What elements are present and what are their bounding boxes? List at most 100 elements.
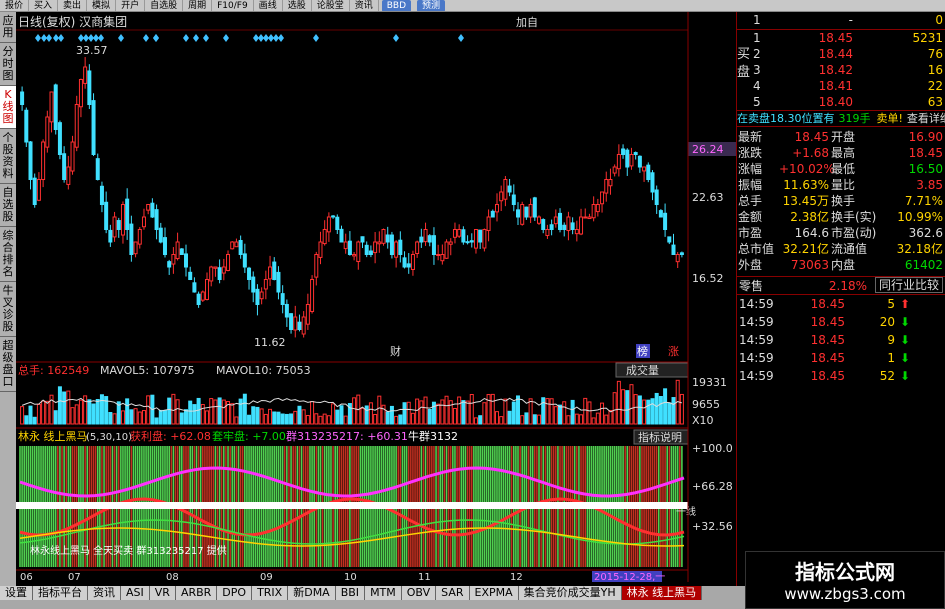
bottom-tab-5[interactable]: ARBR [175,586,218,600]
bottom-tab-9[interactable]: BBI [335,586,366,600]
bottom-tab-6[interactable]: DPO [217,586,253,600]
bottom-tab-10[interactable]: MTM [365,586,402,600]
sidebar-item-7[interactable]: 超级盘口 [0,337,16,392]
topbar-item-2[interactable]: 卖出 [58,0,88,11]
volume-bar [259,408,264,425]
volume-bar [158,409,163,425]
candle-body [276,271,281,293]
volume-bar [507,410,512,425]
notice-link[interactable]: 查看详细 [907,111,945,126]
candle-body [318,241,323,258]
sidebar-item-2[interactable]: K线图 [0,86,16,129]
quote-val2: 362.6 [908,226,943,240]
volume-bar [305,414,310,425]
topbar-item-5[interactable]: 自选股 [145,0,184,11]
watermark: 指标公式网 www.zbgs3.com [745,551,945,609]
ind-taolao: 套牢盘: +7.00 [212,429,286,443]
ob-price: 18.44 [818,47,853,61]
bottom-tab-7[interactable]: TRIX [252,586,289,600]
candle-body [524,206,529,218]
topbar-item-8[interactable]: 画线 [254,0,283,11]
sidebar-item-4[interactable]: 自选股 [0,184,16,227]
candle-body [633,152,638,156]
topbar-item-1[interactable]: 买入 [29,0,59,11]
topbar-item-11[interactable]: 资讯 [350,0,379,11]
ind-niuqun: 牛群3132 [408,429,458,443]
volume-bar [406,401,411,425]
candle-body [494,204,499,213]
tick-vol: 5 [887,297,895,311]
candle-body [32,177,37,205]
volume-bar [318,415,323,425]
volume-bar [410,412,415,425]
ob-vol: 5231 [912,31,943,45]
quote-val2: 16.50 [908,162,943,176]
volume-bar [213,399,218,425]
industry-compare-button[interactable]: 同行业比较 [875,277,944,293]
bottom-tab-1[interactable]: 指标平台 [33,586,88,600]
bottom-tab-8[interactable]: 新DMA [288,586,336,600]
bottom-tab-4[interactable]: VR [149,586,176,600]
volume-bar [385,411,390,425]
topbar-badge-0[interactable]: BBD [381,0,412,11]
sidebar-item-3[interactable]: 个股资料 [0,129,16,184]
bottom-tab-14[interactable]: 集合竞价成交量YH [518,586,622,600]
topbar-item-6[interactable]: 周期 [183,0,213,11]
bottom-tab-15[interactable]: 林永 线上黑马 [621,586,703,600]
candle-body [394,241,399,258]
topbar-item-7[interactable]: F10/F9 [212,0,254,11]
candle-body [537,216,542,224]
bottom-tab-13[interactable]: EXPMA [469,586,519,600]
volume-bar [230,403,235,425]
candle-body [28,141,33,180]
bottom-tab-0[interactable]: 设置 [0,586,33,600]
volume-bar [415,398,420,425]
candle-body [511,194,516,205]
candle-body [62,153,67,180]
volume-bar [583,397,588,425]
quote-val: 2.38亿 [790,210,829,224]
bottom-tab-12[interactable]: SAR [436,586,470,600]
bottom-tab-2[interactable]: 资讯 [88,586,121,600]
candle-body [520,204,525,225]
sidebar-item-1[interactable]: 分时图 [0,43,16,86]
candle-body [650,172,655,193]
topbar-item-9[interactable]: 选股 [283,0,312,11]
sidebar-item-6[interactable]: 牛叉诊股 [0,282,16,337]
candle-body [158,227,163,243]
volume-bar [133,408,138,425]
volume-bar [78,399,83,425]
candle-body [41,141,46,181]
quote-row-0: 最新 18.45 开盘 16.90 [737,129,945,145]
down-arrow-icon: ⬇ [899,315,911,329]
quote-key2: 市盈(动) [831,226,877,240]
volume-bar [188,400,193,425]
volume-bar [154,417,159,425]
vol-tick-3: X10 [692,414,714,427]
candle-body [570,222,575,231]
ob-level: 3 [753,63,761,77]
candle-body [679,252,684,256]
bottom-tab-11[interactable]: OBV [401,586,437,600]
volume-bar [53,410,58,425]
topbar-badge-1[interactable]: 预测 [417,0,446,11]
down-arrow-icon: ⬇ [899,333,911,347]
candle-body [326,216,331,233]
topbar-item-10[interactable]: 论股堂 [312,0,350,11]
bottom-tab-3[interactable]: ASI [121,586,150,600]
x-tick-label: 10 [344,572,357,582]
sidebar-item-0[interactable]: 应用 [0,12,16,43]
x-tick-label: 12 [510,572,523,582]
candle-body [91,100,96,155]
candle-body [385,234,390,243]
candle-body [49,91,54,123]
topbar-item-3[interactable]: 模拟 [87,0,117,11]
topbar-item-0[interactable]: 报价 [0,0,30,11]
sidebar-item-5[interactable]: 综合排名 [0,227,16,282]
candle-body [280,293,285,305]
candle-body [247,267,252,281]
topbar-item-4[interactable]: 开户 [116,0,146,11]
candle-body [482,229,487,249]
volume-bar [457,396,462,425]
candle-body [263,279,268,290]
